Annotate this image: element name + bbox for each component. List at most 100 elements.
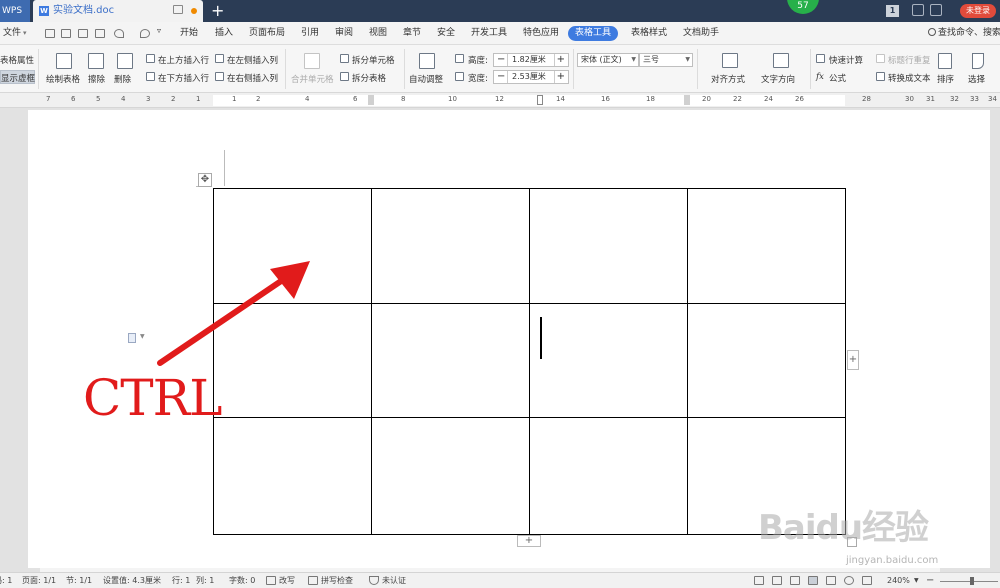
draw-table-icon[interactable] [56,53,72,69]
align-icon[interactable] [722,53,738,68]
font-name-select[interactable]: 宋体 (正文) ▼ [577,53,639,67]
sort-icon[interactable] [938,53,952,69]
page-view-icon[interactable] [808,576,818,585]
zoom-slider[interactable] [940,581,998,582]
shield-icon[interactable] [369,576,379,585]
convert-text-icon[interactable] [876,72,885,81]
decrement-icon[interactable]: − [497,71,505,83]
save-icon[interactable] [45,29,55,38]
table-cell[interactable] [529,188,688,304]
shirt-icon[interactable] [930,4,942,16]
ruler-column-marker[interactable] [684,95,690,105]
menu-special-apps[interactable]: 特色应用 [523,22,559,45]
menu-insert[interactable]: 插入 [215,22,233,45]
table-move-handle-icon[interactable]: ✥ [198,173,212,187]
delete-button[interactable]: 删除 [114,73,131,85]
title-repeat-icon[interactable] [876,54,885,63]
export-pdf-icon[interactable] [61,29,71,38]
zoom-out-icon[interactable]: − [926,573,934,588]
menu-review[interactable]: 审阅 [335,22,353,45]
status-revise[interactable]: 改写 [279,573,295,588]
menu-references[interactable]: 引用 [301,22,319,45]
fullscreen-icon[interactable] [754,576,764,585]
select-button[interactable]: 选择 [968,73,985,85]
eraser-icon[interactable] [88,53,104,69]
menu-view[interactable]: 视图 [369,22,387,45]
status-pages[interactable]: 页面: 1/1 [22,573,56,588]
insert-col-right-icon[interactable] [215,72,224,81]
document-tab[interactable]: W 实验文档.doc [33,0,203,22]
menu-doc-assistant[interactable]: 文档助手 [683,22,719,45]
edit-pen-icon[interactable] [790,576,800,585]
file-menu[interactable]: 文件 ▾ [3,22,27,45]
split-cells-button[interactable]: 拆分单元格 [352,54,395,66]
table-cell[interactable] [687,188,846,304]
add-row-button[interactable]: + [517,535,541,547]
status-certification[interactable]: 未认证 [382,573,406,588]
window-count-icon[interactable]: 1 [886,5,899,17]
row-height-stepper[interactable]: − 1.82厘米 + [493,53,569,67]
table-properties-button[interactable]: 表格属性 [0,54,34,66]
status-spell-check[interactable]: 拼写检查 [321,573,353,588]
horizontal-ruler[interactable]: 7 6 5 4 3 2 1 1 2 4 6 8 10 12 14 16 18 2… [0,93,1000,108]
read-mode-icon[interactable] [772,576,782,585]
col-width-stepper[interactable]: − 2.53厘米 + [493,70,569,84]
delete-table-icon[interactable] [117,53,133,69]
insert-row-below-icon[interactable] [146,72,155,81]
menu-developer[interactable]: 开发工具 [471,22,507,45]
auto-fit-icon[interactable] [419,53,435,69]
menu-security[interactable]: 安全 [437,22,455,45]
customize-toolbar-icon[interactable]: ▿ [157,26,167,35]
chevron-down-icon[interactable]: ▼ [914,573,919,588]
show-borders-button[interactable]: 显示虚框 [1,72,35,84]
new-tab-button[interactable]: + [211,0,224,21]
split-table-button[interactable]: 拆分表格 [352,72,386,84]
print-preview-icon[interactable] [95,29,105,38]
cursor-select-icon[interactable] [972,53,984,69]
menu-page-layout[interactable]: 页面布局 [249,22,285,45]
draw-table-button[interactable]: 绘制表格 [46,73,80,85]
status-setting[interactable]: 设置值: 4.3厘米 [103,573,161,588]
convert-text-button[interactable]: 转换成文本 [888,72,931,84]
outline-view-icon[interactable] [826,576,836,585]
status-col[interactable]: 列: 1 [196,573,214,588]
score-badge[interactable]: 57 [787,0,819,14]
table-cell[interactable] [687,303,846,418]
increment-icon[interactable]: + [557,54,565,66]
layout-view-icon[interactable] [862,576,872,585]
status-word-count[interactable]: 字数: 0 [229,573,255,588]
title-repeat-button[interactable]: 标题行重复 [888,54,931,66]
status-row[interactable]: 行: 1 [172,573,190,588]
zoom-slider-thumb[interactable] [970,577,974,585]
undo-icon[interactable] [114,29,124,38]
status-section[interactable]: 节: 1/1 [66,573,92,588]
merge-cells-icon[interactable] [304,53,320,69]
decrement-icon[interactable]: − [497,54,505,66]
quick-calc-button[interactable]: 快速计算 [829,54,863,66]
web-view-icon[interactable] [844,576,854,585]
ruler-indent-marker[interactable] [537,95,543,105]
font-size-select[interactable]: 三号 ▼ [639,53,693,67]
table-cell[interactable] [213,417,372,535]
insert-row-above-icon[interactable] [146,54,155,63]
monitor-icon[interactable] [173,5,183,14]
calculator-icon[interactable] [816,54,825,63]
spell-check-icon[interactable] [308,576,318,585]
split-table-icon[interactable] [340,72,349,81]
sort-button[interactable]: 排序 [937,73,954,85]
formula-button[interactable]: 公式 [829,72,846,84]
ruler-column-marker[interactable] [368,95,374,105]
table-cell[interactable] [371,303,530,418]
print-icon[interactable] [78,29,88,38]
merge-cells-button[interactable]: 合并单元格 [291,73,334,85]
table-cell[interactable] [371,188,530,304]
login-button[interactable]: 未登录 [960,4,996,18]
add-column-button[interactable]: + [847,350,859,370]
split-cells-icon[interactable] [340,54,349,63]
menu-home[interactable]: 开始 [180,22,198,45]
paragraph-layout-icon[interactable] [128,333,136,343]
erase-button[interactable]: 擦除 [88,73,105,85]
skin-icon[interactable] [912,4,924,16]
insert-col-left-button[interactable]: 在左侧插入列 [227,54,278,66]
increment-icon[interactable]: + [557,71,565,83]
